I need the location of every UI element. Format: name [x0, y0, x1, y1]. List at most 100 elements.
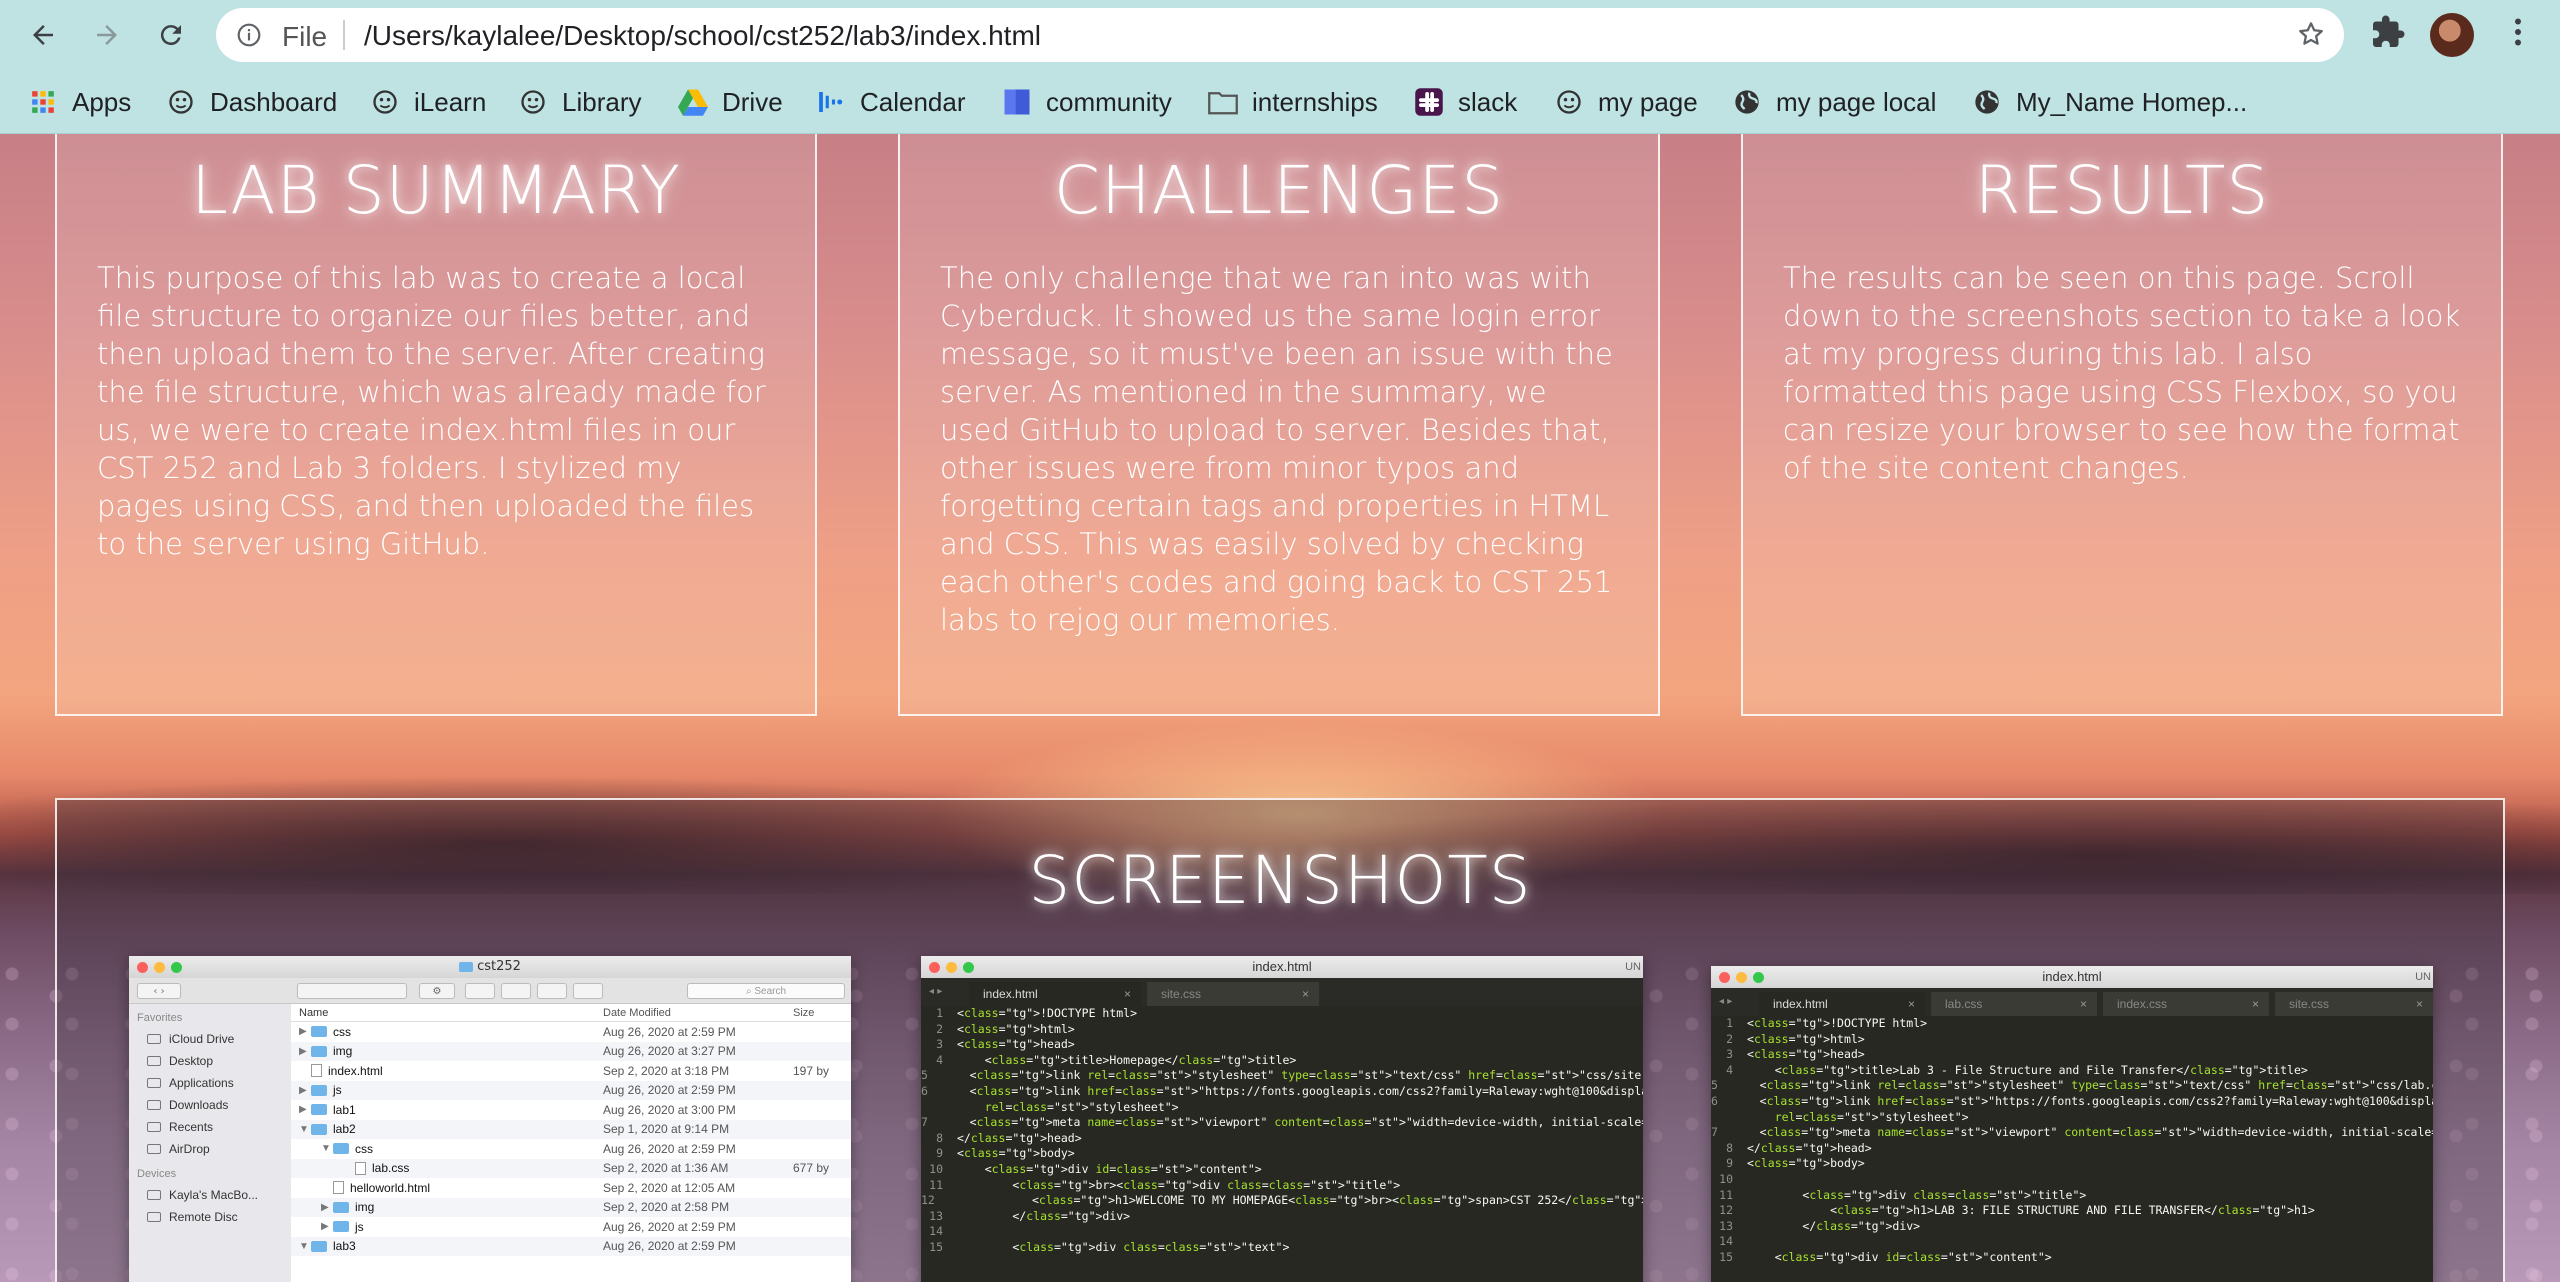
file-name: helloworld.html: [350, 1180, 431, 1195]
bookmark-slack[interactable]: slack: [1414, 84, 1517, 120]
close-icon: ×: [1123, 987, 1131, 1001]
bookmark-dashboard[interactable]: Dashboard: [166, 84, 337, 120]
line-number: 8: [1726, 1140, 1733, 1155]
bookmark-library[interactable]: Library: [518, 84, 641, 120]
code-line: 12 <class="tg">h1>WELCOME TO MY HOMEPAGE…: [921, 1193, 1643, 1209]
file-row: helloworld.html Sep 2, 2020 at 12:05 AM: [291, 1178, 851, 1198]
bookmark-my-page-local[interactable]: my page local: [1732, 84, 1936, 120]
line-number: 15: [1719, 1249, 1733, 1264]
file-row: ▼ css Aug 26, 2020 at 2:59 PM: [291, 1139, 851, 1159]
bookmark-label: my page local: [1776, 86, 1937, 117]
code-line: 15 <class="tg">div id=class="st">"conten…: [1711, 1250, 2433, 1266]
bookmark-label: slack: [1458, 86, 1518, 117]
trash-icon: [501, 983, 531, 999]
card-body: The only challenge that we ran into was …: [940, 261, 1613, 637]
folder-icon: [333, 1221, 349, 1233]
code-text: <class="tg">br><class="tg">div class=cla…: [957, 1177, 1401, 1192]
bookmark-label: Dashboard: [210, 86, 338, 117]
bookmark-community[interactable]: community: [1002, 84, 1172, 120]
folder-icon: [311, 1104, 327, 1116]
tab-label: site.css: [2289, 997, 2330, 1011]
card-body: The results can be seen on this page. Sc…: [1783, 261, 2461, 485]
code-line: 10 <class="tg">div id=class="st">"conten…: [921, 1162, 1643, 1178]
code-line: 4 <class="tg">title>Lab 3 - File Structu…: [1711, 1063, 2433, 1079]
bookmark-star-icon[interactable]: [2296, 19, 2326, 53]
info-icon[interactable]: [236, 22, 262, 52]
sidebar-item-icon: [147, 1190, 161, 1200]
bookmark-my-name-homepage[interactable]: My_Name Homep...: [1972, 84, 2247, 120]
code-text: <class="tg">title>Homepage</class="tg">t…: [957, 1052, 1297, 1067]
disclosure-triangle-icon: ▼: [299, 1123, 309, 1135]
line-number: 12: [1719, 1203, 1733, 1218]
bookmark-label: Calendar: [860, 86, 966, 117]
search-placeholder: Search: [754, 986, 787, 997]
column-size: Size: [793, 1006, 815, 1019]
code-text: rel=class="st">"stylesheet">: [984, 1099, 1179, 1114]
code-line: 14: [921, 1224, 1643, 1240]
code-text: <class="tg">link rel=class="st">"stylesh…: [941, 1068, 1643, 1083]
file-icon: [355, 1161, 366, 1175]
editor-code: 1 <class="tg">!DOCTYPE html> 2 <class="tg">…: [1711, 1016, 2433, 1282]
editor-tab-bar: ◂ ▸ index.html × lab.css × index.css × site…: [1711, 988, 2433, 1016]
close-icon: ×: [2251, 997, 2259, 1011]
profile-avatar[interactable]: [2430, 13, 2474, 57]
apps-grid-icon: [28, 87, 58, 117]
url-separator: [343, 20, 345, 50]
file-date: Aug 26, 2020 at 2:59 PM: [603, 1219, 736, 1234]
finder-sidebar-item: Downloads: [129, 1094, 291, 1116]
code-line: 7 <class="tg">meta name=class="st">"view…: [1711, 1125, 2433, 1141]
file-row: ▼ lab2 Sep 1, 2020 at 9:14 PM: [291, 1119, 851, 1139]
calendar-icon: [816, 87, 846, 117]
bookmark-calendar[interactable]: Calendar: [816, 84, 966, 120]
file-date: Aug 26, 2020 at 3:27 PM: [603, 1044, 736, 1059]
line-number: 5: [921, 1068, 928, 1083]
file-name: index.html: [328, 1063, 383, 1078]
file-date: Aug 26, 2020 at 2:59 PM: [603, 1024, 736, 1039]
address-bar[interactable]: File /Users/kaylalee/Desktop/school/cst2…: [216, 8, 2344, 62]
back-button[interactable]: [20, 12, 66, 58]
bookmark-drive[interactable]: Drive: [678, 84, 783, 120]
finder-toolbar: ‹ › ⚙ ⌕ Search: [129, 978, 851, 1004]
section-title: SCREENSHOTS: [1028, 842, 1532, 919]
editor-tab: site.css ×: [2275, 992, 2433, 1016]
bookmark-ilearn[interactable]: iLearn: [370, 84, 486, 120]
extensions-puzzle-icon[interactable]: [2370, 14, 2406, 54]
line-number: 15: [929, 1239, 943, 1254]
kebab-menu-icon[interactable]: [2500, 14, 2536, 54]
csumb-otter-icon: [370, 87, 400, 117]
finder-file-list: Name Date Modified Size ▶ css Aug 26, 2020…: [291, 1004, 851, 1282]
code-line: 8 </class="tg">head>: [1711, 1141, 2433, 1157]
finder-sidebar-item: iCloud Drive: [129, 1028, 291, 1050]
sidebar-item-label: Downloads: [169, 1098, 229, 1112]
screenshots-section: SCREENSHOTS cst252 ‹ › ⚙ ⌕ Search Favori…: [55, 798, 2505, 1282]
editor-screenshot-lab: index.html UN ◂ ▸ index.html × lab.css × i…: [1711, 966, 2433, 1282]
bookmark-internships[interactable]: internships: [1208, 84, 1378, 120]
code-line: rel=class="st">"stylesheet">: [1711, 1110, 2433, 1126]
sidebar-item-icon: [147, 1144, 161, 1154]
disclosure-triangle-icon: ▶: [299, 1045, 307, 1057]
url-text[interactable]: /Users/kaylalee/Desktop/school/cst252/la…: [364, 20, 1041, 52]
line-number: 3: [1726, 1047, 1733, 1062]
bookmark-label: Drive: [722, 86, 783, 117]
tab-label: index.html: [1773, 997, 1828, 1011]
file-date: Aug 26, 2020 at 2:59 PM: [603, 1239, 736, 1254]
bookmark-my-page[interactable]: my page: [1554, 84, 1698, 120]
editor-titlebar: index.html UN: [921, 956, 1643, 978]
code-line: 4 <class="tg">title>Homepage</class="tg"…: [921, 1053, 1643, 1069]
file-date: Sep 2, 2020 at 12:05 AM: [603, 1180, 736, 1195]
line-number: 14: [1719, 1234, 1733, 1249]
file-name: lab2: [333, 1122, 356, 1137]
tab-label: index.css: [2117, 997, 2168, 1011]
tab-label: site.css: [1161, 987, 1202, 1001]
reload-button[interactable]: [148, 12, 194, 58]
forward-button[interactable]: [84, 12, 130, 58]
disclosure-triangle-icon: ▼: [321, 1143, 331, 1155]
file-row: index.html Sep 2, 2020 at 3:18 PM 197 by: [291, 1061, 851, 1081]
sidebar-item-label: Remote Disc: [169, 1210, 238, 1224]
gear-icon: ⚙: [419, 983, 455, 999]
bookmark-apps[interactable]: Apps: [28, 84, 131, 120]
file-name: lab1: [333, 1102, 356, 1117]
page-viewport[interactable]: LAB SUMMARY This purpose of this lab was…: [0, 134, 2560, 1282]
editor-corner-label: UN: [2415, 971, 2431, 983]
file-name: img: [333, 1044, 353, 1059]
